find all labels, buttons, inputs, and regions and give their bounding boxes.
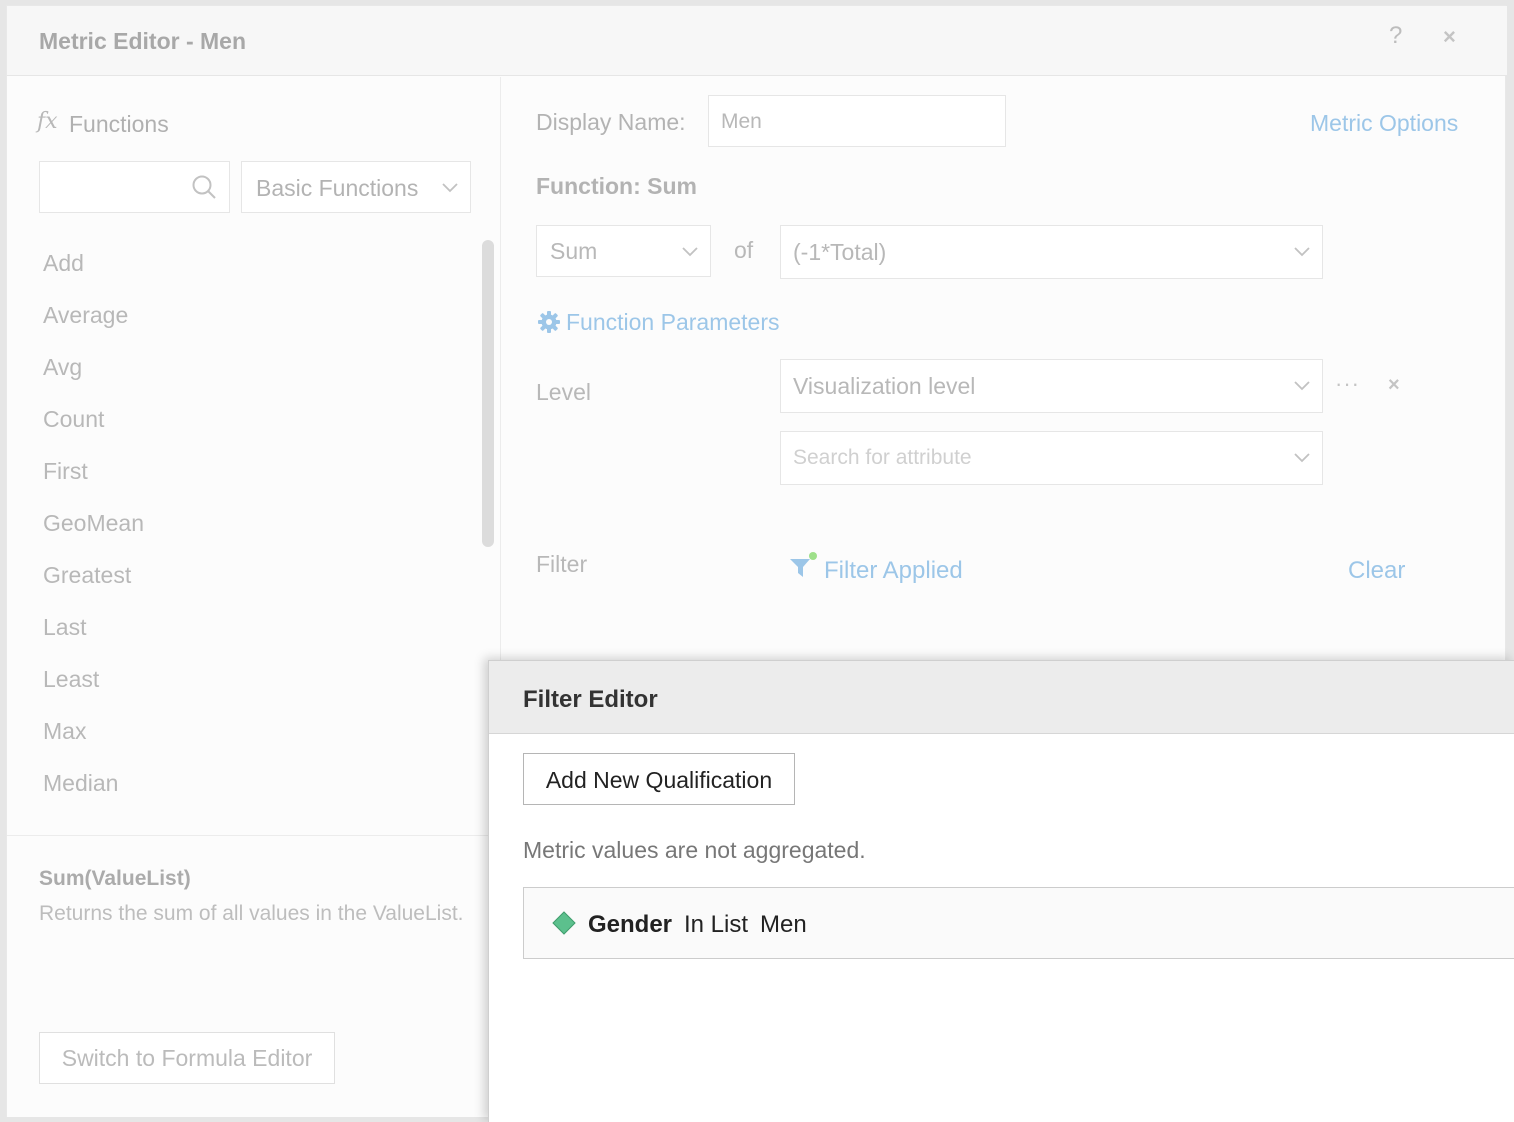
aggregation-function-value: Sum [550, 238, 598, 264]
function-signature: Sum(ValueList) [39, 867, 191, 890]
display-name-input[interactable]: Men [708, 95, 1006, 147]
attribute-diamond-icon [552, 911, 576, 935]
panel-divider [7, 835, 501, 836]
close-icon[interactable]: × [1443, 24, 1456, 50]
aggregation-function-select[interactable]: Sum [536, 225, 711, 277]
function-item[interactable]: GeoMean [43, 497, 463, 549]
qualification-row[interactable]: Gender In List Men [523, 887, 1514, 959]
function-item[interactable]: First [43, 445, 463, 497]
qualification-value: Men [760, 911, 807, 938]
function-argument-select[interactable]: (-1*Total) [780, 225, 1323, 279]
of-label: of [734, 237, 754, 263]
chevron-down-icon [442, 183, 458, 193]
functions-panel: fx Functions Basic Functions Add Average… [7, 77, 501, 1117]
clear-filter-link[interactable]: Clear [1348, 557, 1405, 585]
function-list-scrollbar[interactable] [482, 240, 494, 547]
qualification-operator: In List [684, 911, 749, 938]
level-value: Visualization level [793, 373, 976, 399]
function-item[interactable]: Last [43, 601, 463, 653]
attribute-search-select[interactable]: Search for attribute [780, 431, 1323, 485]
level-label: Level [536, 379, 591, 405]
function-item[interactable]: Avg [43, 341, 463, 393]
chevron-down-icon [1294, 381, 1310, 391]
qualification-attribute: Gender [588, 911, 673, 938]
chevron-down-icon [1294, 247, 1310, 257]
filter-editor-header: Filter Editor [489, 661, 1514, 734]
metric-options-link[interactable]: Metric Options [1310, 110, 1458, 137]
more-options-icon[interactable]: ··· [1335, 371, 1360, 397]
attribute-search-placeholder: Search for attribute [793, 446, 972, 469]
function-heading: Function: Sum [536, 173, 697, 199]
gear-icon [538, 311, 560, 333]
function-list: Add Average Avg Count First GeoMean Grea… [43, 237, 463, 809]
funnel-icon [790, 552, 817, 577]
function-item[interactable]: Add [43, 237, 463, 289]
help-icon[interactable]: ? [1389, 22, 1402, 50]
function-search-input[interactable] [50, 162, 190, 210]
remove-level-icon[interactable]: × [1388, 374, 1400, 397]
filter-label: Filter [536, 551, 588, 577]
functions-heading: Functions [69, 111, 169, 137]
switch-to-formula-editor-button[interactable]: Switch to Formula Editor [39, 1032, 335, 1084]
add-new-qualification-button[interactable]: Add New Qualification [523, 753, 795, 805]
function-item[interactable]: Median [43, 757, 463, 809]
search-icon[interactable] [191, 174, 217, 200]
filter-editor-title: Filter Editor [523, 686, 658, 713]
dialog-titlebar: Metric Editor - Men ? × [7, 6, 1507, 76]
fx-icon: fx [37, 109, 58, 134]
function-item[interactable]: Greatest [43, 549, 463, 601]
function-parameters-link[interactable]: Function Parameters [566, 309, 779, 336]
function-category-value: Basic Functions [256, 175, 419, 201]
dialog-title: Metric Editor - Men [39, 28, 247, 54]
level-select[interactable]: Visualization level [780, 359, 1323, 413]
display-name-label: Display Name: [536, 109, 686, 135]
function-search-box[interactable] [39, 161, 230, 213]
chevron-down-icon [682, 247, 698, 257]
function-item[interactable]: Count [43, 393, 463, 445]
function-item[interactable]: Least [43, 653, 463, 705]
aggregation-note: Metric values are not aggregated. [523, 837, 866, 863]
function-argument-value: (-1*Total) [793, 239, 887, 265]
function-category-select[interactable]: Basic Functions [241, 161, 471, 213]
filter-editor-panel: Filter Editor Add New Qualification Metr… [488, 660, 1514, 1122]
function-description: Returns the sum of all values in the Val… [39, 902, 464, 925]
filter-applied-link[interactable]: Filter Applied [824, 557, 963, 585]
function-item[interactable]: Max [43, 705, 463, 757]
function-item[interactable]: Average [43, 289, 463, 341]
chevron-down-icon [1294, 453, 1310, 463]
